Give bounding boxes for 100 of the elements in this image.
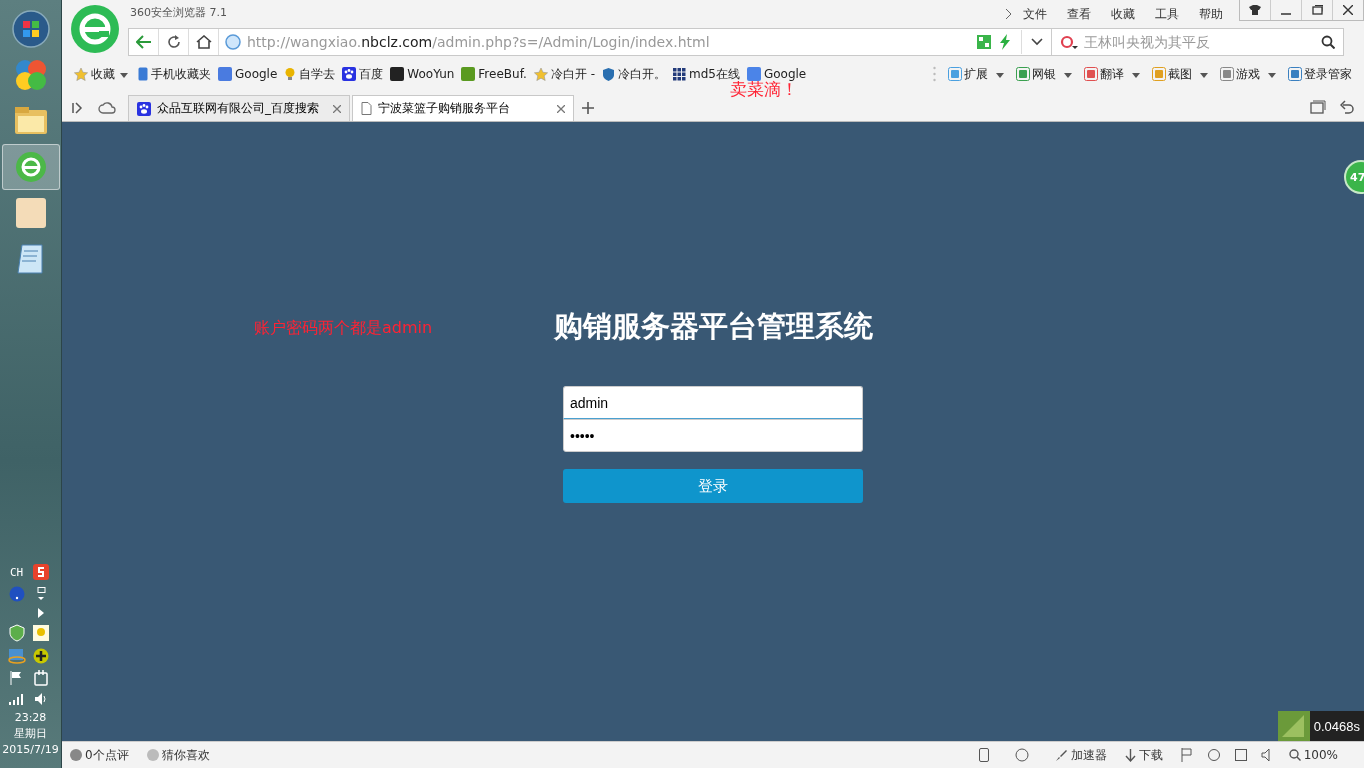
reload-icon: [166, 35, 181, 49]
shield-icon[interactable]: [8, 624, 25, 642]
bookmark-link[interactable]: 百度: [342, 65, 384, 83]
close-tab-icon[interactable]: [333, 104, 341, 113]
menu-item[interactable]: 查看: [1057, 5, 1101, 23]
tool-icon: [1220, 67, 1234, 81]
tool-icon: [1016, 67, 1030, 81]
shield-icon: [601, 67, 615, 81]
status-button[interactable]: 加速器: [1054, 746, 1107, 764]
download-icon: [1124, 748, 1136, 762]
status-link[interactable]: 0个点评: [70, 746, 129, 764]
sogou-icon[interactable]: [32, 564, 49, 580]
undo-icon[interactable]: [1340, 100, 1354, 114]
bookmark-link[interactable]: 自学去: [284, 65, 336, 83]
trace-logo-icon[interactable]: [1277, 711, 1310, 741]
new-tab-icon[interactable]: [582, 102, 594, 114]
menu-item[interactable]: 文件: [1013, 5, 1057, 23]
signal-icon[interactable]: [8, 693, 25, 705]
close-icon: [1343, 4, 1353, 15]
back-arrow-icon: [135, 35, 152, 49]
paw-icon: [342, 67, 357, 81]
caret-icon: [1064, 73, 1072, 78]
bookmark-link[interactable]: Google: [218, 67, 278, 81]
lightning-icon[interactable]: [999, 34, 1011, 50]
tool-icon: [1084, 67, 1098, 81]
globe-icon: [225, 34, 241, 50]
page-timing[interactable]: 0.0468s: [1309, 711, 1364, 741]
clock-date: 2015/7/19: [2, 742, 59, 758]
tool-icon: [1152, 67, 1166, 81]
status-button[interactable]: 下载: [1124, 746, 1163, 764]
bookmark-link[interactable]: 冷白开 -: [533, 65, 595, 83]
bookmark-icon: [218, 67, 232, 81]
minimize-icon: [1281, 12, 1291, 15]
zoom-icon: [1288, 749, 1301, 761]
page-heading: 购销服务器平台管理系统: [553, 308, 873, 345]
window-icon[interactable]: [1234, 749, 1247, 761]
flag-icon[interactable]: [9, 671, 24, 685]
browser-taskbar-icon[interactable]: [1, 144, 60, 190]
url-text: http://wangxiao.nbclz.com/admin.php?s=/Admin/Login/index.html: [247, 34, 711, 50]
cloud-icon[interactable]: [98, 102, 116, 114]
menu-item[interactable]: 帮助: [1189, 5, 1233, 23]
toolbar-button[interactable]: 截图: [1152, 65, 1192, 83]
tool-icon: [948, 67, 962, 81]
bookmark-link[interactable]: Google: [746, 67, 807, 81]
star-icon: [533, 67, 548, 81]
plus-icon[interactable]: [32, 648, 49, 664]
speaker-icon[interactable]: [33, 692, 48, 706]
star-icon: [74, 67, 88, 81]
phone-icon: [138, 67, 148, 81]
bulb-icon[interactable]: [32, 625, 49, 641]
toolbar-button[interactable]: 翻译: [1084, 65, 1124, 83]
browser-tab[interactable]: 宁波菜篮子购销服务平台: [352, 95, 574, 121]
caret-icon: [120, 73, 128, 78]
bookmark-link[interactable]: 收藏: [74, 65, 115, 83]
address-bar[interactable]: http://wangxiao.nbclz.com/admin.php?s=/Admin/Login/index.html 王林叫央视为其平反: [128, 28, 1344, 56]
toolbar-button[interactable]: 登录管家: [1288, 65, 1352, 83]
search-icon[interactable]: [1321, 35, 1335, 49]
window-icon[interactable]: [35, 587, 46, 601]
tool-icon: [1288, 67, 1302, 81]
bookmark-link[interactable]: WooYun: [390, 67, 455, 81]
status-button[interactable]: 100%: [1288, 748, 1338, 762]
home-icon: [195, 35, 212, 49]
chevron-down-icon: [1030, 38, 1043, 46]
caret-icon: [996, 73, 1004, 78]
password-field[interactable]: •••••: [563, 419, 863, 452]
status-link[interactable]: 猜你喜欢: [146, 746, 210, 764]
expand-icon[interactable]: [37, 608, 44, 618]
phone-icon[interactable]: [978, 748, 989, 762]
flag-icon[interactable]: [1180, 748, 1193, 762]
ime-indicator[interactable]: CH: [9, 565, 24, 579]
tab-list-icon[interactable]: [1310, 100, 1326, 114]
drag-handle-icon: [933, 66, 936, 82]
caret-icon: [1268, 73, 1276, 78]
bookmark-link[interactable]: 冷白开。: [601, 65, 666, 83]
bookmark-link[interactable]: 手机收藏夹: [138, 65, 211, 83]
restore-icon: [1311, 4, 1323, 15]
search-engine-icon[interactable]: [1060, 35, 1078, 49]
qr-code-icon[interactable]: [977, 35, 991, 49]
search-field[interactable]: 王林叫央视为其平反: [1082, 33, 1317, 51]
paw-icon: [137, 101, 151, 116]
shirt-icon: [1249, 4, 1261, 15]
toolbar-button[interactable]: 网银: [1016, 65, 1056, 83]
page-icon: [361, 102, 372, 115]
bookmark-icon: [461, 67, 476, 81]
clock-time: 23:28: [13, 710, 48, 726]
bookmark-icon: [746, 67, 761, 81]
sidebar-toggle-icon[interactable]: [72, 102, 84, 114]
window-title: 360安全浏览器 7.1: [130, 4, 227, 20]
menu-item[interactable]: 工具: [1145, 5, 1189, 23]
close-tab-icon[interactable]: [557, 104, 565, 113]
toolbar-button[interactable]: 扩展: [948, 65, 988, 83]
menu-item[interactable]: 收藏: [1101, 5, 1145, 23]
browser-logo-icon: [70, 4, 120, 54]
browser-tab[interactable]: 众品互联网有限公司_百度搜索: [128, 95, 350, 121]
bookmark-icon: [390, 67, 405, 81]
caret-icon: [1200, 73, 1208, 78]
bookmark-link[interactable]: FreeBuf.: [461, 67, 527, 81]
chevron-icon[interactable]: [1005, 8, 1013, 20]
toolbar-button[interactable]: 游戏: [1220, 65, 1260, 83]
username-field[interactable]: admin: [563, 386, 863, 419]
